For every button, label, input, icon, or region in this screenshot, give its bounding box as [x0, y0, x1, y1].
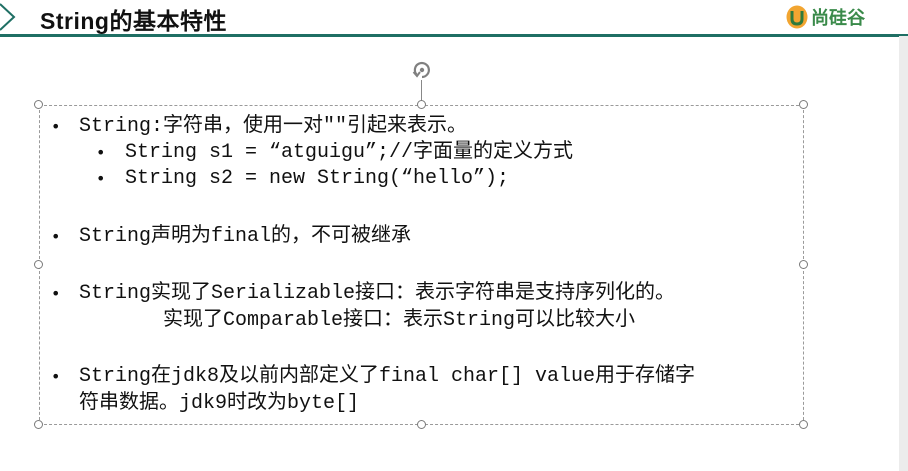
resize-handle-top-middle[interactable] [417, 100, 426, 109]
header-divider [0, 34, 908, 37]
text-line-7: String在jdk8及以前内部定义了final char[] value用于存… [79, 365, 696, 388]
bullet-icon: • [96, 169, 106, 188]
resize-handle-top-right[interactable] [799, 100, 808, 109]
logo-mark-icon [786, 5, 808, 29]
bullet-icon: • [51, 227, 61, 246]
logo-text: 尚硅谷 [811, 8, 865, 29]
text-line-2: String s1 = “atguigu”;//字面量的定义方式 [125, 141, 574, 164]
resize-handle-bottom-right[interactable] [799, 420, 808, 429]
bullet-icon: • [51, 367, 61, 386]
resize-handle-bottom-left[interactable] [34, 420, 43, 429]
bullet-icon: • [51, 117, 61, 136]
bullet-icon: • [96, 143, 106, 162]
resize-handle-middle-left[interactable] [34, 260, 43, 269]
text-line-6: 实现了Comparable接口：表示String可以比较大小 [163, 309, 636, 332]
window-edge [899, 36, 908, 471]
text-line-8: 符串数据。jdk9时改为byte[] [79, 392, 360, 415]
slide-header: String的基本特性 尚硅谷 [0, 0, 908, 37]
text-line-1: String:字符串，使用一对""引起来表示。 [79, 115, 468, 138]
text-line-3: String s2 = new String(“hello”); [125, 167, 510, 190]
diamond-decoration-icon [0, 3, 16, 31]
slide-title: String的基本特性 [40, 8, 227, 34]
resize-handle-middle-right[interactable] [799, 260, 808, 269]
rotate-handle-icon[interactable] [410, 58, 434, 82]
resize-handle-bottom-middle[interactable] [417, 420, 426, 429]
bullet-icon: • [51, 284, 61, 303]
text-line-4: String声明为final的，不可被继承 [79, 225, 412, 248]
resize-handle-top-left[interactable] [34, 100, 43, 109]
text-line-5: String实现了Serializable接口：表示字符串是支持序列化的。 [79, 282, 676, 305]
brand-logo: 尚硅谷 [785, 4, 865, 30]
